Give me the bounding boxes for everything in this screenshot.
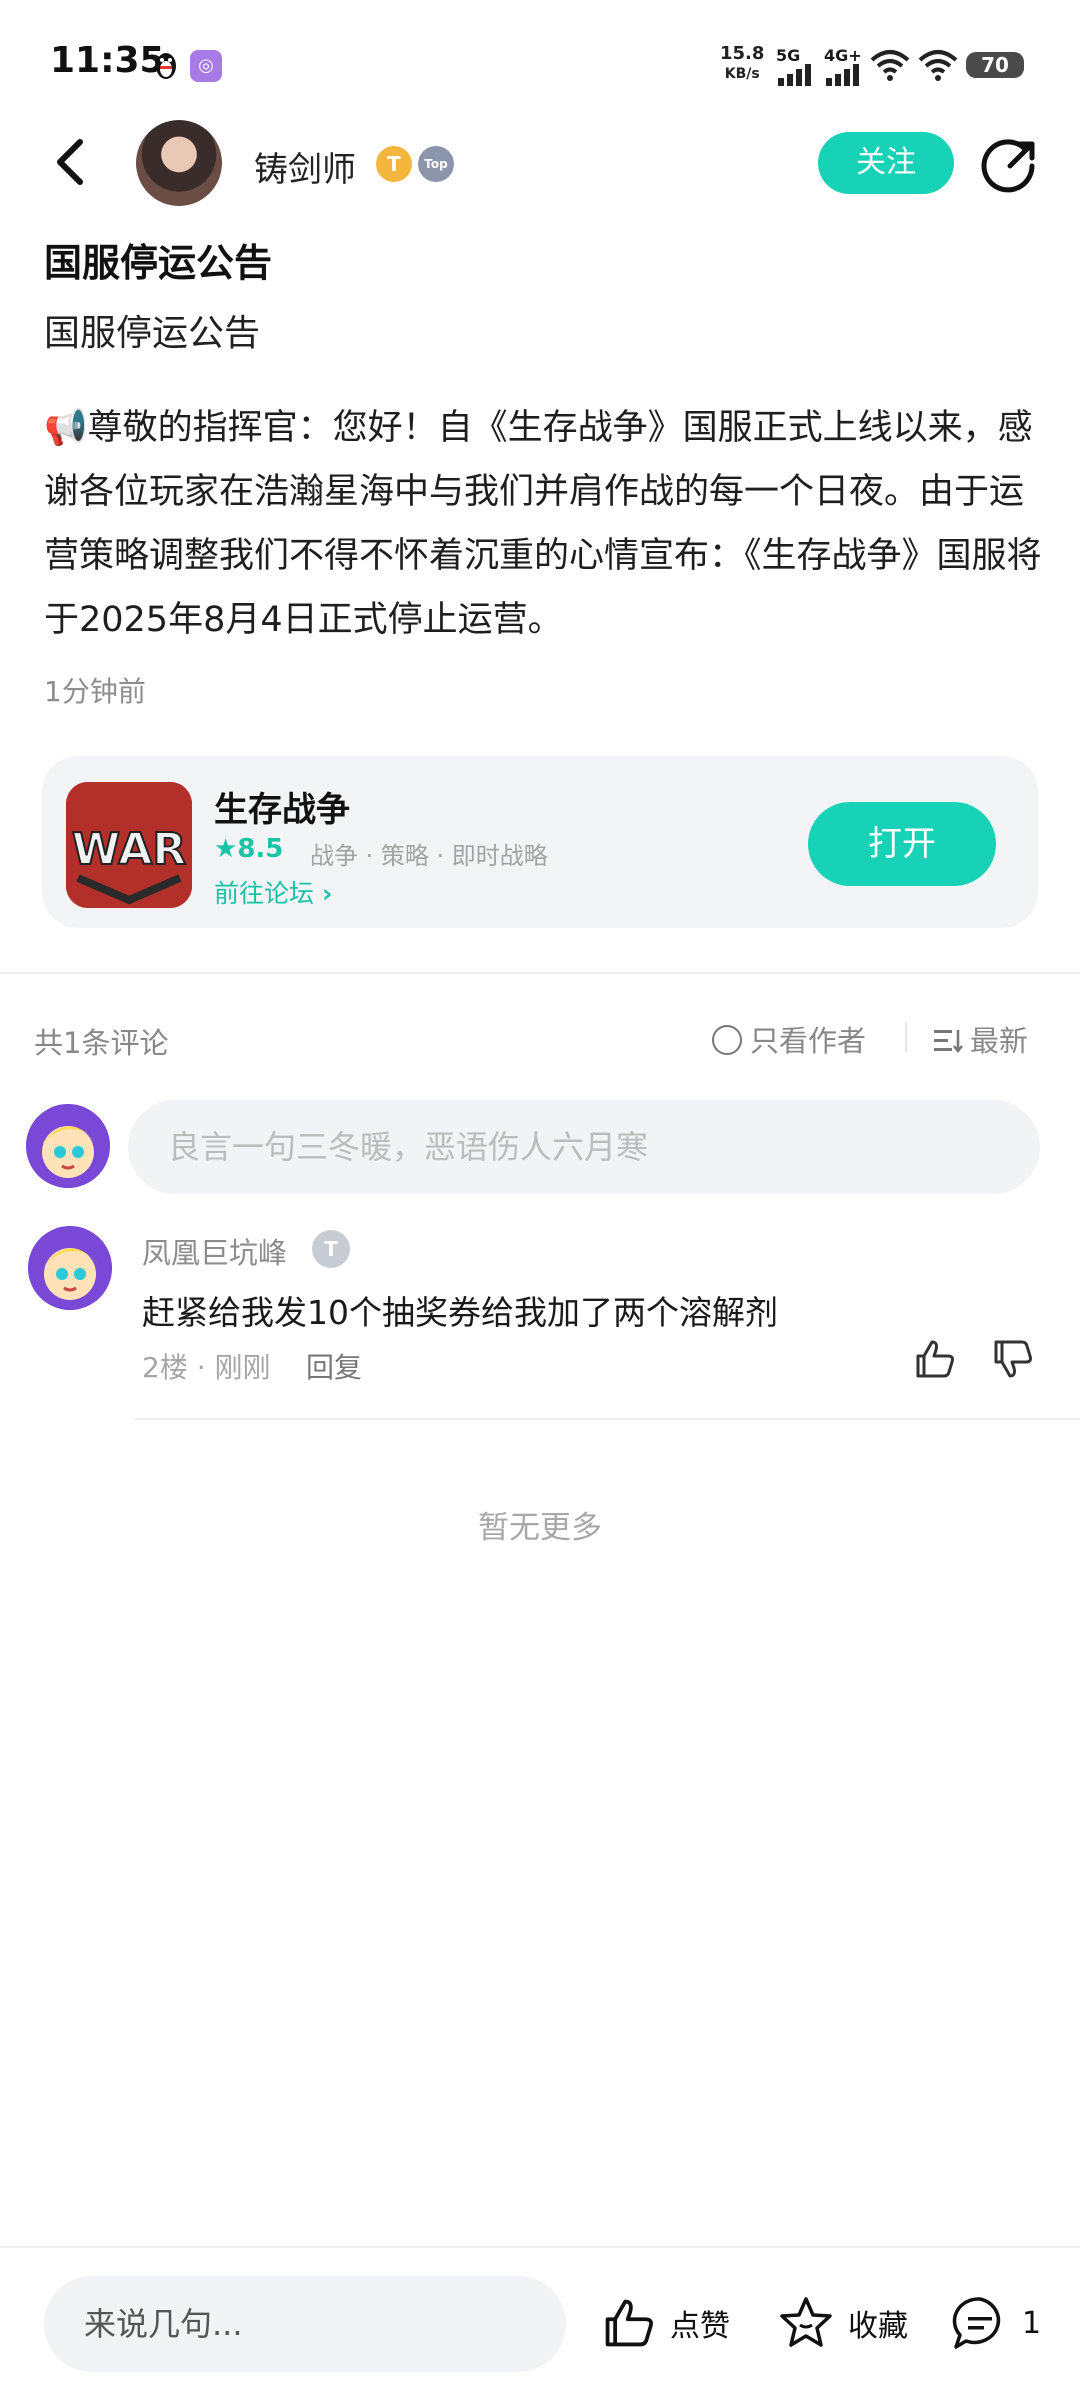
cartoon-avatar-icon [26, 1104, 110, 1188]
open-game-button[interactable]: 打开 [808, 802, 996, 886]
commenter-avatar[interactable] [28, 1226, 112, 1310]
post-time: 1分钟前 [44, 675, 146, 708]
my-avatar [26, 1104, 110, 1188]
game-rating: ★8.5 [214, 834, 283, 864]
favorite-label: 收藏 [848, 2309, 908, 2344]
author-level-badge: T [376, 146, 412, 182]
author-name[interactable]: 铸剑师 [254, 142, 356, 191]
comment-count-badge: 1 [1022, 2305, 1042, 2341]
thumbs-down-icon[interactable] [990, 1336, 1036, 1382]
comment-bubble-icon [952, 2297, 1001, 2349]
game-name[interactable]: 生存战争 [214, 782, 350, 831]
comment-floor-time: 2楼 · 刚刚 [142, 1351, 271, 1384]
comment-divider [134, 1418, 1080, 1420]
follow-button[interactable]: 关注 [818, 132, 954, 194]
post-body: 📢尊敬的指挥官：您好！自《生存战争》国服正式上线以来，感谢各位玩家在浩瀚星海中与… [44, 408, 1042, 640]
status-time: 11:35 [50, 40, 165, 81]
game-rating-value: 8.5 [237, 834, 284, 864]
network-type-2: 4G+ [824, 46, 862, 65]
game-icon-text: WAR [72, 824, 187, 875]
comments-button[interactable]: 1 [950, 2290, 1041, 2356]
commenter-level-badge: T [312, 1230, 350, 1268]
wifi-icon [918, 50, 958, 81]
commenter-name[interactable]: 凤凰巨坑峰 [142, 1230, 287, 1272]
forum-link-label: 前往论坛 [214, 879, 315, 908]
sort-list-icon [934, 1030, 963, 1054]
bottom-comment-input[interactable] [44, 2276, 566, 2372]
section-divider [0, 972, 1080, 974]
thumbs-up-icon[interactable] [912, 1336, 958, 1382]
forum-link[interactable]: 前往论坛 › [214, 874, 332, 910]
no-more-label: 暂无更多 [478, 1510, 602, 1546]
only-author-label: 只看作者 [750, 1024, 867, 1058]
status-bar: 11:35 ◎ 15.8 KB/s 5G 4G+ 70 [0, 0, 1080, 130]
comment-count: 共1条评论 [34, 1026, 169, 1060]
war-logo-icon: WAR [66, 782, 192, 908]
sort-label: 最新 [970, 1024, 1029, 1058]
signal-4g: 4G+ [824, 48, 862, 90]
wifi-plus-icon [870, 50, 910, 81]
game-tags: 战争 · 策略 · 即时战略 [310, 842, 548, 870]
chevron-right-icon: › [321, 879, 333, 908]
cartoon-avatar-icon [28, 1226, 112, 1310]
author-avatar[interactable] [136, 120, 222, 206]
reply-button[interactable]: 回复 [306, 1346, 362, 1386]
game-icon[interactable]: WAR [66, 782, 192, 908]
back-arrow-icon[interactable] [44, 130, 100, 194]
battery-indicator: 70 [966, 52, 1024, 78]
radio-icon [712, 1025, 742, 1055]
share-icon[interactable] [980, 136, 1040, 196]
only-author-toggle[interactable]: 只看作者 [712, 1018, 866, 1060]
author-top-badge: Top [418, 146, 454, 182]
net-speed-value: 15.8 [720, 43, 765, 64]
post-subtitle: 国服停运公告 [44, 313, 261, 354]
favorite-button[interactable]: 收藏 [776, 2290, 908, 2356]
separator [905, 1022, 907, 1052]
sort-button[interactable]: 最新 [934, 1018, 1028, 1060]
qq-penguin-icon [156, 53, 176, 79]
thumbs-up-icon [605, 2299, 653, 2347]
like-label: 点赞 [670, 2309, 730, 2344]
app-notification-icon: ◎ [190, 50, 222, 82]
comment-input[interactable] [128, 1100, 1040, 1194]
net-speed-unit: KB/s [724, 66, 760, 82]
signal-bars-icon [826, 64, 859, 86]
post-title: 国服停运公告 [44, 241, 273, 285]
star-outline-icon [780, 2297, 832, 2347]
signal-5g: 5G [776, 48, 814, 90]
net-speed: 15.8 KB/s [720, 44, 764, 84]
comment-text: 赶紧给我发10个抽奖券给我加了两个溶解剂 [142, 1293, 778, 1332]
star-icon: ★ [214, 834, 238, 864]
signal-bars-icon [778, 64, 811, 86]
bottom-divider [0, 2246, 1080, 2248]
like-button[interactable]: 点赞 [600, 2290, 730, 2356]
network-type-1: 5G [776, 46, 801, 65]
